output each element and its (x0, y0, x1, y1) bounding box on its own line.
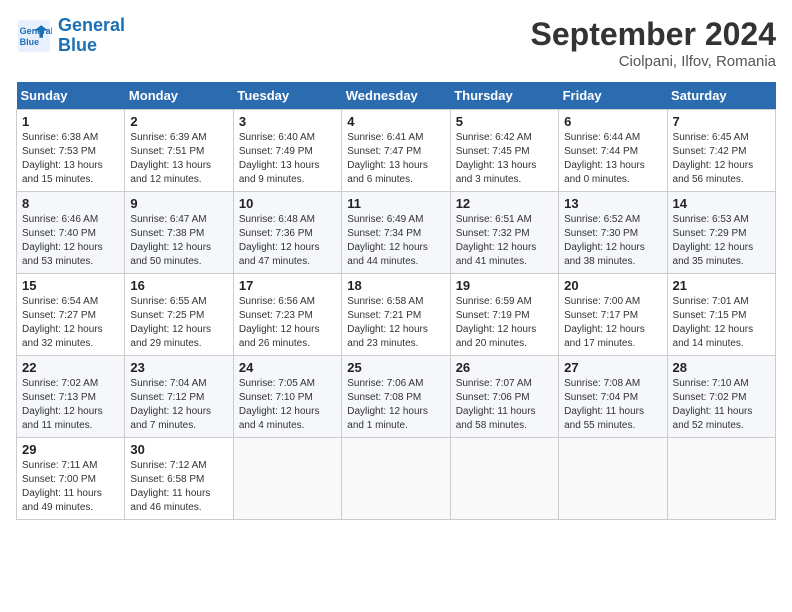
col-wednesday: Wednesday (342, 82, 450, 110)
table-row: 8Sunrise: 6:46 AMSunset: 7:40 PMDaylight… (17, 192, 125, 274)
table-row (450, 438, 558, 520)
table-row: 14Sunrise: 6:53 AMSunset: 7:29 PMDayligh… (667, 192, 775, 274)
col-saturday: Saturday (667, 82, 775, 110)
table-row: 6Sunrise: 6:44 AMSunset: 7:44 PMDaylight… (559, 110, 667, 192)
table-row: 16Sunrise: 6:55 AMSunset: 7:25 PMDayligh… (125, 274, 233, 356)
table-row: 3Sunrise: 6:40 AMSunset: 7:49 PMDaylight… (233, 110, 341, 192)
table-row: 5Sunrise: 6:42 AMSunset: 7:45 PMDaylight… (450, 110, 558, 192)
subtitle: Ciolpani, Ilfov, Romania (531, 53, 776, 70)
table-row: 20Sunrise: 7:00 AMSunset: 7:17 PMDayligh… (559, 274, 667, 356)
table-row (559, 438, 667, 520)
header-row: Sunday Monday Tuesday Wednesday Thursday… (17, 82, 776, 110)
table-row: 25Sunrise: 7:06 AMSunset: 7:08 PMDayligh… (342, 356, 450, 438)
table-row: 17Sunrise: 6:56 AMSunset: 7:23 PMDayligh… (233, 274, 341, 356)
table-row: 28Sunrise: 7:10 AMSunset: 7:02 PMDayligh… (667, 356, 775, 438)
table-row: 26Sunrise: 7:07 AMSunset: 7:06 PMDayligh… (450, 356, 558, 438)
table-row: 10Sunrise: 6:48 AMSunset: 7:36 PMDayligh… (233, 192, 341, 274)
week-row-2: 8Sunrise: 6:46 AMSunset: 7:40 PMDaylight… (17, 192, 776, 274)
table-row: 11Sunrise: 6:49 AMSunset: 7:34 PMDayligh… (342, 192, 450, 274)
week-row-1: 1Sunrise: 6:38 AMSunset: 7:53 PMDaylight… (17, 110, 776, 192)
table-row: 15Sunrise: 6:54 AMSunset: 7:27 PMDayligh… (17, 274, 125, 356)
table-row: 9Sunrise: 6:47 AMSunset: 7:38 PMDaylight… (125, 192, 233, 274)
table-row: 22Sunrise: 7:02 AMSunset: 7:13 PMDayligh… (17, 356, 125, 438)
table-row: 4Sunrise: 6:41 AMSunset: 7:47 PMDaylight… (342, 110, 450, 192)
week-row-4: 22Sunrise: 7:02 AMSunset: 7:13 PMDayligh… (17, 356, 776, 438)
table-row: 29Sunrise: 7:11 AMSunset: 7:00 PMDayligh… (17, 438, 125, 520)
table-row: 13Sunrise: 6:52 AMSunset: 7:30 PMDayligh… (559, 192, 667, 274)
table-row (667, 438, 775, 520)
table-row: 18Sunrise: 6:58 AMSunset: 7:21 PMDayligh… (342, 274, 450, 356)
logo-text: General Blue (58, 16, 125, 56)
table-row: 1Sunrise: 6:38 AMSunset: 7:53 PMDaylight… (17, 110, 125, 192)
calendar-table: Sunday Monday Tuesday Wednesday Thursday… (16, 82, 776, 520)
table-row: 30Sunrise: 7:12 AMSunset: 6:58 PMDayligh… (125, 438, 233, 520)
table-row: 7Sunrise: 6:45 AMSunset: 7:42 PMDaylight… (667, 110, 775, 192)
col-sunday: Sunday (17, 82, 125, 110)
svg-text:General: General (20, 26, 52, 36)
svg-text:Blue: Blue (20, 37, 40, 47)
month-title: September 2024 (531, 16, 776, 53)
table-row (233, 438, 341, 520)
header: General Blue General Blue September 2024… (16, 16, 776, 70)
table-row: 21Sunrise: 7:01 AMSunset: 7:15 PMDayligh… (667, 274, 775, 356)
col-friday: Friday (559, 82, 667, 110)
col-thursday: Thursday (450, 82, 558, 110)
table-row: 2Sunrise: 6:39 AMSunset: 7:51 PMDaylight… (125, 110, 233, 192)
title-area: September 2024 Ciolpani, Ilfov, Romania (531, 16, 776, 70)
col-tuesday: Tuesday (233, 82, 341, 110)
table-row (342, 438, 450, 520)
logo: General Blue General Blue (16, 16, 125, 56)
table-row: 24Sunrise: 7:05 AMSunset: 7:10 PMDayligh… (233, 356, 341, 438)
table-row: 19Sunrise: 6:59 AMSunset: 7:19 PMDayligh… (450, 274, 558, 356)
week-row-5: 29Sunrise: 7:11 AMSunset: 7:00 PMDayligh… (17, 438, 776, 520)
table-row: 27Sunrise: 7:08 AMSunset: 7:04 PMDayligh… (559, 356, 667, 438)
week-row-3: 15Sunrise: 6:54 AMSunset: 7:27 PMDayligh… (17, 274, 776, 356)
table-row: 12Sunrise: 6:51 AMSunset: 7:32 PMDayligh… (450, 192, 558, 274)
logo-icon: General Blue (16, 18, 52, 54)
col-monday: Monday (125, 82, 233, 110)
table-row: 23Sunrise: 7:04 AMSunset: 7:12 PMDayligh… (125, 356, 233, 438)
